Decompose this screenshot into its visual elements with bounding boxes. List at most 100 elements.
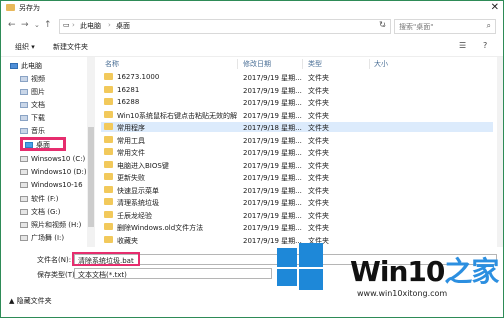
pc-icon: ▭ xyxy=(63,21,70,29)
file-name: 常用工具 xyxy=(117,136,145,145)
close-icon[interactable]: ✕ xyxy=(491,2,499,13)
folder-icon xyxy=(104,123,113,130)
file-type: 文件夹 xyxy=(308,136,329,145)
nav-item-pictures[interactable]: 图片 xyxy=(20,87,45,98)
column-divider[interactable] xyxy=(369,59,370,69)
file-row[interactable]: Win10系统鼠标右键点击粘贴无效的解决... 2017/9/19 星期... 文件… xyxy=(101,110,493,120)
search-input[interactable]: 搜索"桌面" ⌕ xyxy=(394,19,496,34)
save-type-select[interactable]: 文本文档(*.txt) xyxy=(74,268,272,279)
filename-highlight-box xyxy=(72,252,140,266)
file-date: 2017/9/19 星期... xyxy=(243,111,302,120)
file-row[interactable]: 清理系统垃圾 2017/9/19 星期... 文件夹 xyxy=(101,197,493,207)
logo-pane-br xyxy=(299,269,323,290)
file-name: 快速显示菜单 xyxy=(117,186,159,195)
nav-item-drive-h[interactable]: 照片和视频 (H:) xyxy=(20,220,81,231)
brand-text: Win10之家 xyxy=(350,250,499,290)
back-arrow-icon[interactable]: ← xyxy=(8,20,16,30)
file-row[interactable]: 删除Windows.old文件方法 2017/9/19 星期... 文件夹 xyxy=(101,222,493,232)
column-header-size[interactable]: 大小 xyxy=(374,59,388,69)
file-list: 名称 修改日期 类型 大小 16273.1000 2017/9/19 星期... 文… xyxy=(97,57,495,247)
breadcrumb-desktop[interactable]: 桌面 xyxy=(116,21,130,31)
breadcrumb-pc[interactable]: 此电脑 xyxy=(80,21,101,31)
file-list-scrollbar[interactable] xyxy=(497,57,503,247)
save-type-value: 文本文档(*.txt) xyxy=(78,271,127,279)
picture-folder-icon xyxy=(20,89,28,95)
nav-item-music[interactable]: 音乐 xyxy=(20,126,45,137)
refresh-icon[interactable]: ↻ xyxy=(379,20,386,29)
file-row[interactable]: 更新失败 2017/9/19 星期... 文件夹 xyxy=(101,172,493,182)
video-folder-icon xyxy=(20,76,28,82)
file-name: 更新失败 xyxy=(117,174,145,182)
file-date: 2017/9/19 星期... xyxy=(243,161,302,170)
nav-item-downloads[interactable]: 下载 xyxy=(20,113,45,124)
nav-item-drive-c[interactable]: Winsows10 (C:) xyxy=(20,155,85,166)
file-row[interactable]: 常用文件 2017/9/19 星期... 文件夹 xyxy=(101,147,493,157)
file-date: 2017/9/19 星期... xyxy=(243,74,302,82)
column-header-type[interactable]: 类型 xyxy=(308,59,322,69)
organize-button[interactable]: 组织 ▾ xyxy=(15,42,35,52)
folder-icon xyxy=(104,185,113,193)
nav-item-drive-f[interactable]: 软件 (F:) xyxy=(20,194,59,205)
file-row[interactable]: 常用工具 2017/9/19 星期... 文件夹 xyxy=(101,135,493,145)
file-name: 收藏夹 xyxy=(117,236,138,245)
file-type: 文件夹 xyxy=(308,161,329,170)
folder-icon xyxy=(104,198,113,205)
view-options-icon[interactable]: ☰ xyxy=(459,41,466,50)
folder-icon xyxy=(6,4,15,11)
file-row[interactable]: 壬辰龙经验 2017/9/19 星期... 文件夹 xyxy=(101,210,493,220)
drive-icon xyxy=(20,169,28,175)
file-row[interactable]: 快速显示菜单 2017/9/19 星期... 文件夹 xyxy=(101,185,493,195)
address-bar[interactable]: ▭ › 此电脑 › 桌面 ⌄ xyxy=(59,19,391,34)
drive-icon xyxy=(20,235,28,241)
nav-item-pc[interactable]: 此电脑 xyxy=(10,61,42,72)
forward-arrow-icon[interactable]: → xyxy=(21,20,29,30)
save-type-label: 保存类型(T): xyxy=(37,271,78,279)
column-divider[interactable] xyxy=(237,59,238,69)
recent-chevron-icon[interactable]: ⌄ xyxy=(34,21,40,29)
drive-icon xyxy=(20,156,28,162)
nav-scrollbar[interactable] xyxy=(87,57,95,247)
file-row[interactable]: 16281 2017/9/19 星期... 文件夹 xyxy=(101,85,493,95)
file-type: 文件夹 xyxy=(308,224,329,232)
title-bar[interactable]: 另存为 ✕ xyxy=(1,1,503,15)
folder-icon xyxy=(104,110,113,118)
nav-item-drive-d[interactable]: Windows10 (D:) xyxy=(20,168,87,179)
file-row[interactable]: 16273.1000 2017/9/19 星期... 文件夹 xyxy=(101,72,493,82)
file-name: 删除Windows.old文件方法 xyxy=(117,224,204,232)
nav-item-videos[interactable]: 视频 xyxy=(20,74,45,85)
file-row[interactable]: 16288 2017/9/19 星期... 文件夹 xyxy=(101,97,493,107)
up-arrow-icon[interactable]: ↑ xyxy=(44,20,52,30)
new-folder-button[interactable]: 新建文件夹 xyxy=(53,42,88,52)
music-folder-icon xyxy=(20,128,28,134)
file-type: 文件夹 xyxy=(308,86,329,95)
help-icon[interactable]: ? xyxy=(483,41,487,50)
desktop-highlight-box xyxy=(20,137,66,151)
hide-folders-toggle[interactable]: ▲ 隐藏文件夹 xyxy=(9,296,52,306)
file-type: 文件夹 xyxy=(308,174,329,182)
file-row[interactable]: 常用程序 2017/9/18 星期... 文件夹 xyxy=(101,122,493,132)
folder-icon xyxy=(104,73,113,80)
navigation-pane: 此电脑 视频 图片 文档 下载 音乐 桌面 Winsows10 (C:) Win… xyxy=(1,57,87,247)
folder-icon xyxy=(104,85,113,93)
file-name: 16273.1000 xyxy=(117,73,160,81)
file-type: 文件夹 xyxy=(308,111,329,120)
file-date: 2017/9/18 星期... xyxy=(243,124,302,132)
nav-item-drive-e[interactable]: Windows10-16 xyxy=(20,181,83,192)
nav-item-documents[interactable]: 文档 xyxy=(20,100,45,111)
folder-icon xyxy=(104,210,113,218)
column-divider[interactable] xyxy=(302,59,303,69)
site-url: www.win10xitong.com xyxy=(357,289,448,298)
nav-item-drive-i[interactable]: 广场舞 (I:) xyxy=(20,233,64,244)
file-name: 电脑进入BIOS键 xyxy=(117,161,169,170)
window-title: 另存为 xyxy=(19,4,40,12)
search-placeholder: 搜索"桌面" xyxy=(399,23,434,31)
file-name: 常用程序 xyxy=(117,124,145,132)
drive-icon xyxy=(20,196,28,202)
file-row[interactable]: 电脑进入BIOS键 2017/9/19 星期... 文件夹 xyxy=(101,160,493,170)
file-date: 2017/9/19 星期... xyxy=(243,199,302,207)
nav-item-drive-g[interactable]: 文档 (G:) xyxy=(20,207,60,218)
column-header-date[interactable]: 修改日期 xyxy=(243,59,271,69)
column-header-name[interactable]: 名称 xyxy=(105,59,119,69)
nav-scrollbar-thumb[interactable] xyxy=(88,127,94,227)
logo-pane-tr xyxy=(299,243,323,267)
